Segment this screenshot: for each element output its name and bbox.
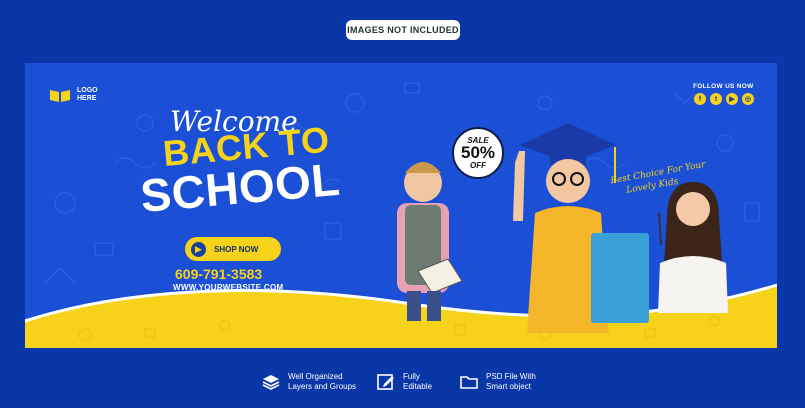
feature-psd: PSD File With Smart object (460, 372, 536, 392)
children-illustration (397, 123, 728, 333)
boy-with-book (397, 162, 463, 321)
feature-editable-line1: Fully (403, 372, 420, 381)
banner: LOGO HERE Welcome BACK TO SCHOOL ▶ SHOP … (25, 63, 777, 348)
sale-value: 50% (460, 143, 496, 162)
images-not-included-badge: IMAGES NOT INCLUDED (346, 20, 460, 40)
girl-with-pen (658, 182, 728, 313)
layers-icon (262, 375, 280, 390)
feature-psd-line1: PSD File With (486, 372, 536, 381)
feature-layers-line2: Layers and Groups (288, 382, 357, 391)
sale-badge: SALE 50% OFF (452, 127, 504, 179)
feature-layers-line1: Well Organized (288, 372, 343, 381)
folder-icon (460, 376, 478, 389)
graduate-boy (513, 123, 649, 333)
feature-layers: Well Organized Layers and Groups (262, 372, 356, 392)
feature-editable-line2: Editable (403, 382, 432, 391)
feature-editable: Fully Editable (377, 372, 432, 392)
sale-bottom: OFF (470, 161, 486, 170)
edit-icon (377, 374, 394, 390)
feature-psd-line2: Smart object (486, 382, 531, 391)
